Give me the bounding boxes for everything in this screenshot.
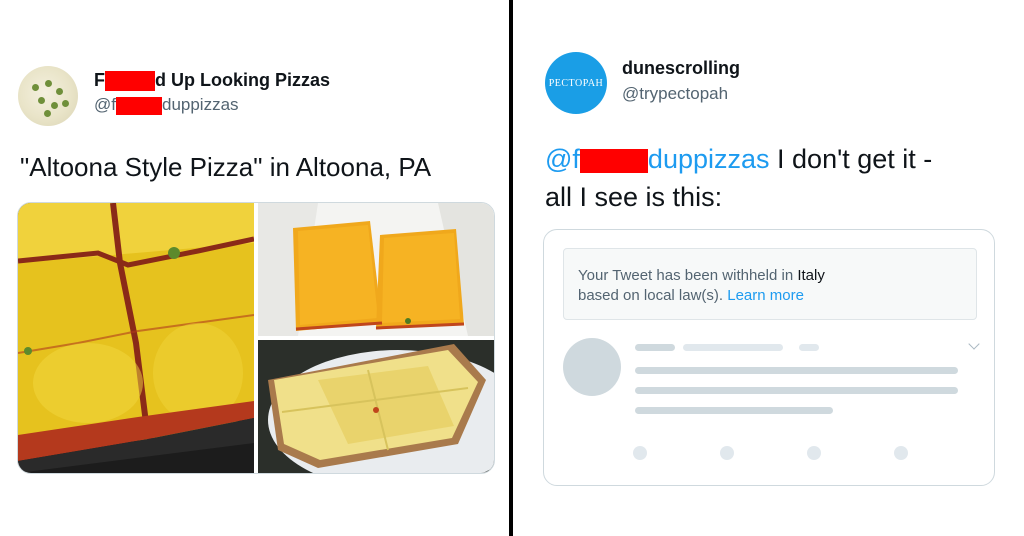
topping-icon bbox=[51, 102, 58, 109]
display-name[interactable]: dunescrolling bbox=[622, 58, 740, 79]
topping-icon bbox=[56, 88, 63, 95]
placeholder-line bbox=[635, 367, 958, 374]
topping-icon bbox=[38, 97, 45, 104]
display-name-end: d Up Looking Pizzas bbox=[155, 70, 331, 90]
topping-icon bbox=[44, 110, 51, 117]
placeholder-line bbox=[635, 407, 833, 414]
learn-more-link[interactable]: Learn more bbox=[727, 287, 804, 304]
share-icon[interactable] bbox=[894, 446, 908, 460]
media-grid bbox=[17, 202, 495, 474]
display-name[interactable]: Fd Up Looking Pizzas bbox=[94, 70, 331, 92]
retweet-icon[interactable] bbox=[720, 446, 734, 460]
topping-icon bbox=[62, 100, 69, 107]
placeholder-line bbox=[635, 387, 958, 394]
topping-icon bbox=[45, 80, 52, 87]
display-name-start: F bbox=[94, 70, 105, 90]
handle-start: @f bbox=[94, 95, 116, 114]
chevron-down-icon[interactable] bbox=[968, 338, 980, 350]
mention-link[interactable]: @f duppizzas bbox=[545, 144, 770, 174]
placeholder-line bbox=[799, 344, 819, 351]
embedded-tweet-card[interactable]: Your Tweet has been withheld in Italy ba… bbox=[543, 229, 995, 486]
panel-divider bbox=[509, 0, 513, 536]
mention-start: @f bbox=[545, 144, 580, 174]
pizza-photo-2[interactable] bbox=[258, 203, 494, 336]
tweet-text-line2: all I see is this: bbox=[545, 182, 723, 212]
withheld-text-line2: based on local law(s). bbox=[578, 287, 728, 304]
avatar[interactable]: PECTOPAH bbox=[545, 52, 607, 114]
withheld-notice: Your Tweet has been withheld in Italy ba… bbox=[563, 248, 977, 320]
topping-icon bbox=[32, 84, 39, 91]
redaction-bar bbox=[579, 148, 648, 173]
avatar[interactable] bbox=[18, 66, 78, 126]
redaction-bar bbox=[115, 96, 162, 115]
handle-end: duppizzas bbox=[161, 95, 239, 114]
withheld-country: Italy bbox=[797, 267, 825, 284]
mention-end: duppizzas bbox=[647, 144, 770, 174]
redaction-bar bbox=[105, 71, 155, 92]
avatar-text: PECTOPAH bbox=[548, 77, 604, 89]
pizza-photo-3[interactable] bbox=[258, 340, 494, 473]
handle[interactable]: @f duppizzas bbox=[94, 95, 239, 115]
placeholder-line bbox=[683, 344, 783, 351]
tweet-text-line1: I don't get it - bbox=[777, 144, 933, 174]
placeholder-avatar bbox=[563, 338, 621, 396]
withheld-text: Your Tweet has been withheld in bbox=[578, 267, 798, 284]
tweet-text: @f duppizzas I don't get it - all I see i… bbox=[545, 140, 985, 216]
handle[interactable]: @trypectopah bbox=[622, 84, 728, 104]
placeholder-line bbox=[635, 344, 675, 351]
tweet-text: "Altoona Style Pizza" in Altoona, PA bbox=[20, 152, 432, 182]
reply-icon[interactable] bbox=[633, 446, 647, 460]
like-icon[interactable] bbox=[807, 446, 821, 460]
pizza-photo-1[interactable] bbox=[18, 203, 254, 473]
